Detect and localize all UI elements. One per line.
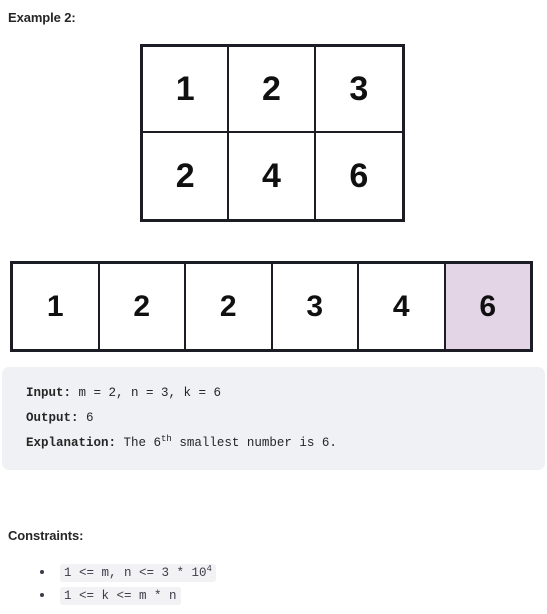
input-label: Input: (26, 386, 72, 400)
page-title: Example 2: (8, 10, 76, 25)
constraint-prefix: 1 <= m, n <= 3 * 10 (64, 566, 207, 580)
explanation-line: Explanation: The 6th smallest number is … (26, 431, 545, 456)
matrix-cell: 3 (315, 47, 402, 133)
constraint-exponent: 4 (206, 563, 212, 574)
output-line: Output: 6 (26, 406, 545, 431)
constraint-code: 1 <= k <= m * n (60, 587, 181, 605)
input-line: Input: m = 2, n = 3, k = 6 (26, 381, 545, 406)
matrix-cell: 1 (143, 47, 230, 133)
sorted-array: 1 2 2 3 4 6 (10, 261, 533, 352)
explanation-ordinal-suffix: th (161, 433, 172, 444)
constraints-heading: Constraints: (8, 528, 84, 543)
matrix-grid: 1 2 3 2 4 6 (140, 44, 405, 222)
matrix-cell: 2 (143, 133, 230, 219)
matrix-cell: 2 (229, 47, 316, 133)
matrix-cell: 4 (229, 133, 316, 219)
array-cell-highlighted: 6 (445, 264, 530, 349)
output-value: 6 (78, 411, 94, 425)
constraints-list: 1 <= m, n <= 3 * 104 1 <= k <= m * n (0, 560, 216, 606)
explanation-suffix: smallest number is 6. (171, 436, 337, 450)
explanation-prefix: The 6 (116, 436, 162, 450)
array-cell: 3 (272, 264, 359, 349)
output-label: Output: (26, 411, 79, 425)
constraint-prefix: 1 <= k <= m * n (64, 589, 177, 603)
array-cell: 2 (186, 264, 273, 349)
list-item: 1 <= m, n <= 3 * 104 (0, 560, 216, 583)
array-cell: 4 (359, 264, 446, 349)
explanation-label: Explanation: (26, 436, 117, 450)
input-value: m = 2, n = 3, k = 6 (71, 386, 222, 400)
list-item: 1 <= k <= m * n (0, 583, 216, 606)
matrix-cell: 6 (315, 133, 402, 219)
constraint-code: 1 <= m, n <= 3 * 104 (60, 564, 216, 582)
example-code-block: Input: m = 2, n = 3, k = 6 Output: 6 Exp… (2, 367, 545, 470)
array-cell: 2 (99, 264, 186, 349)
array-cell: 1 (13, 264, 100, 349)
